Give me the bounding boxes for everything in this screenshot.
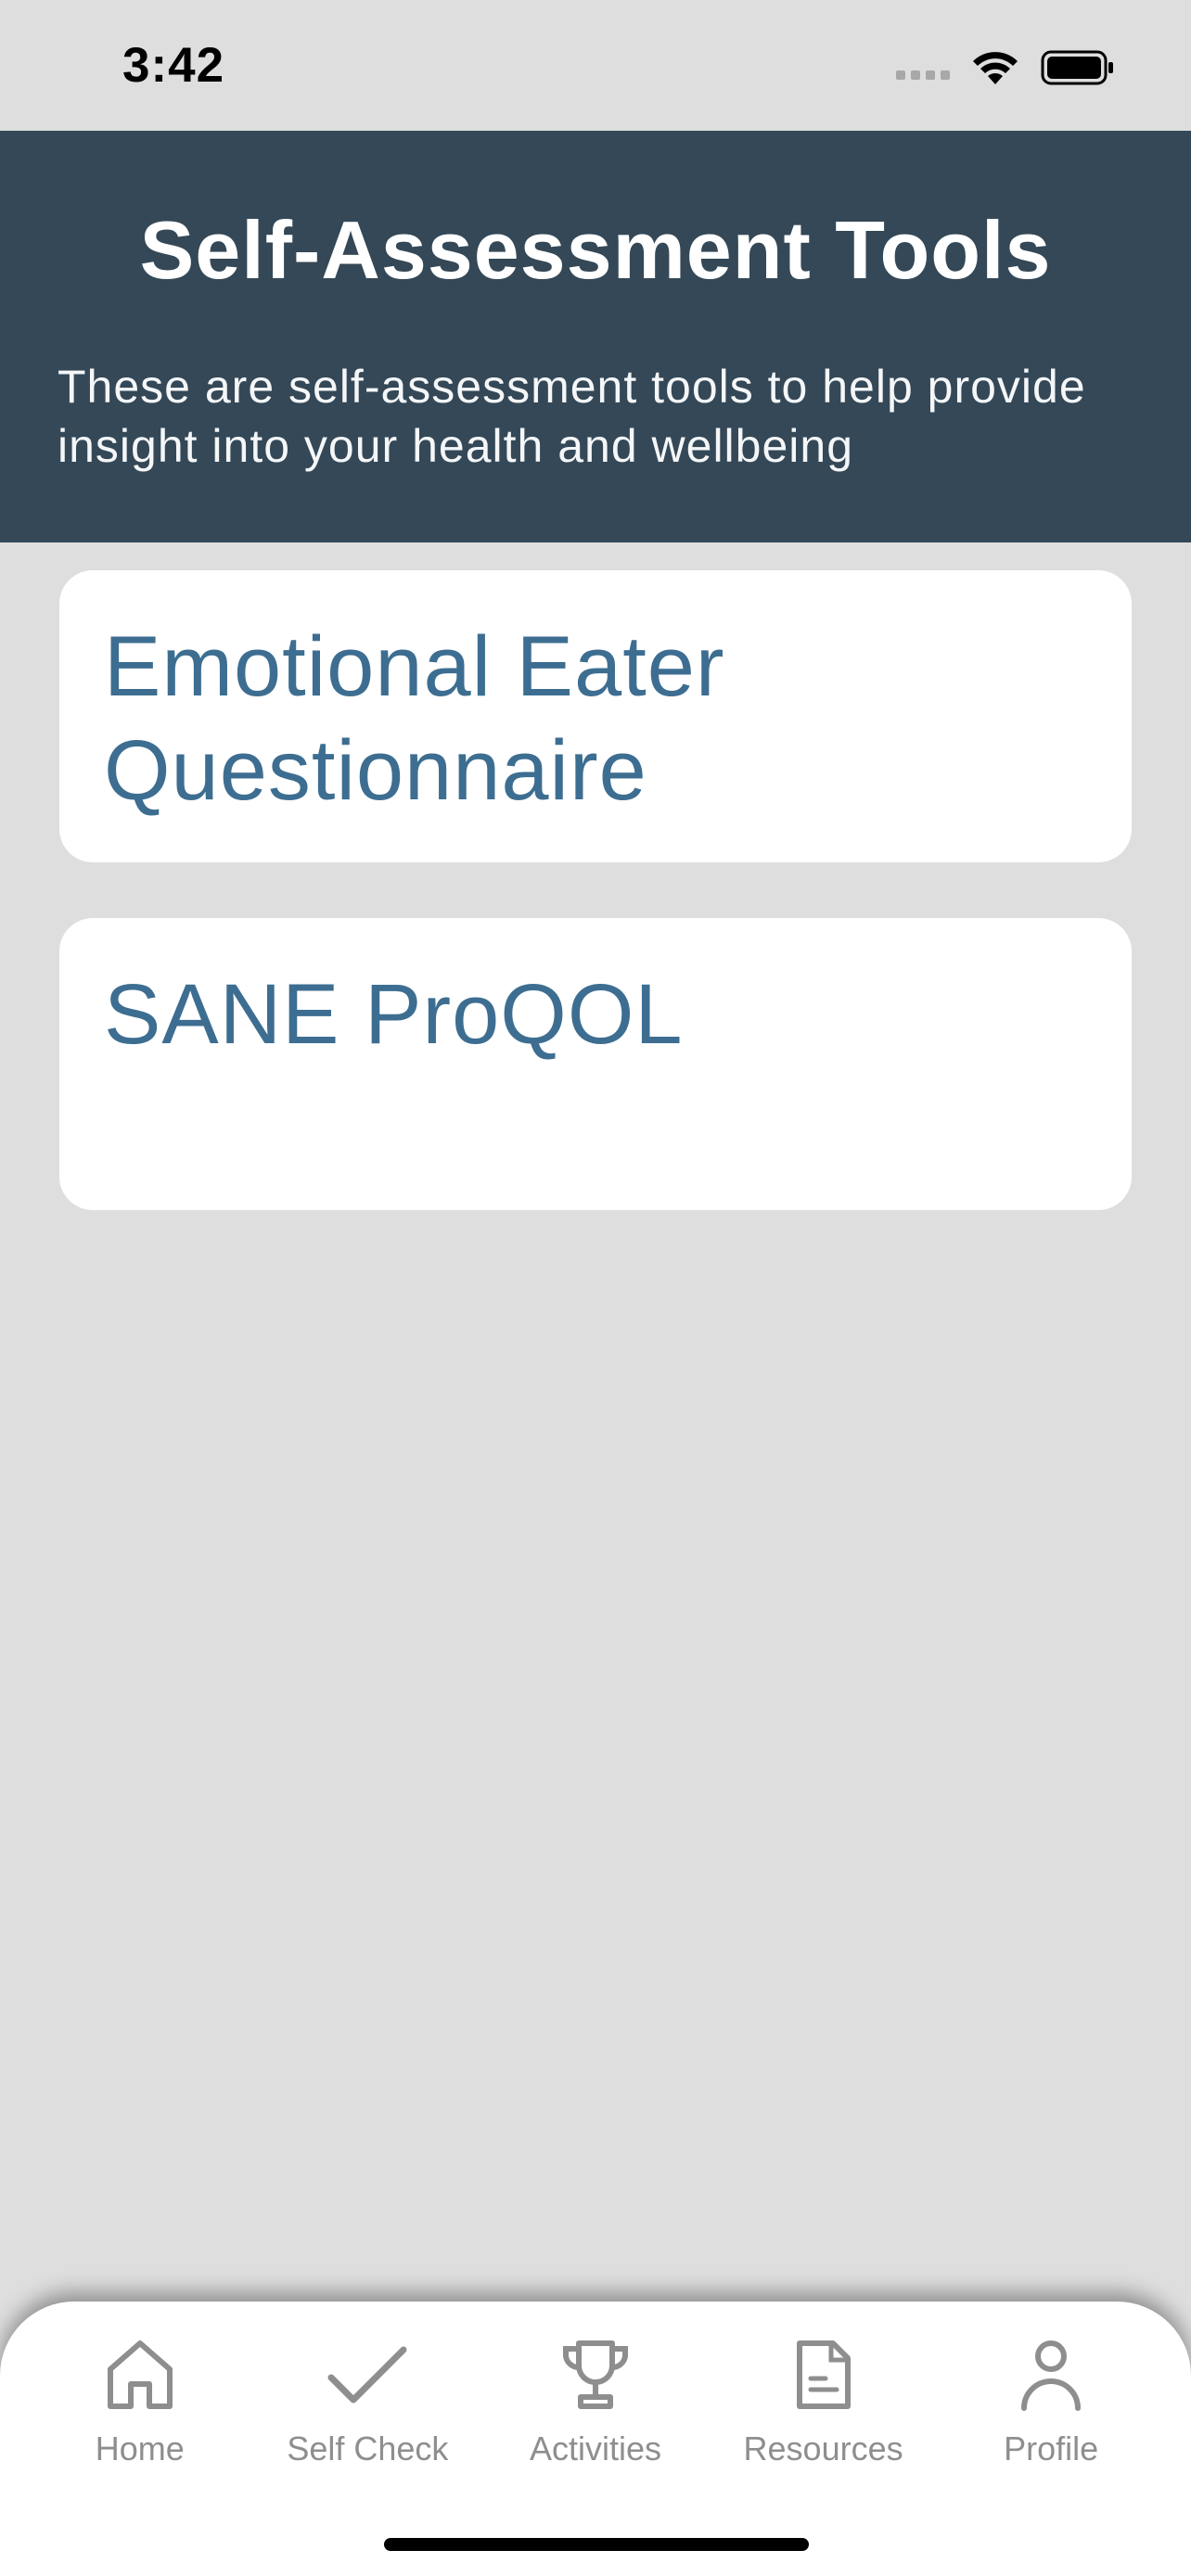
tab-label: Resources [743, 2429, 903, 2468]
trophy-icon [554, 2333, 637, 2417]
tab-label: Activities [529, 2429, 661, 2468]
tab-profile[interactable]: Profile [949, 2333, 1153, 2468]
home-icon [98, 2333, 182, 2417]
tab-bar: Home Self Check Activities Resources Pro… [0, 2302, 1191, 2576]
tool-card-title: Emotional Eater Questionnaire [104, 619, 725, 818]
checkmark-icon [326, 2333, 409, 2417]
status-time: 3:42 [122, 38, 225, 93]
cellular-signal-icon [896, 70, 950, 80]
wifi-icon [973, 52, 1018, 84]
page-subtitle: These are self-assessment tools to help … [58, 361, 1086, 472]
document-icon [782, 2333, 865, 2417]
tab-list: Home Self Check Activities Resources Pro… [0, 2333, 1191, 2468]
tool-list: Emotional Eater Questionnaire SANE ProQO… [59, 570, 1132, 1266]
tab-resources[interactable]: Resources [722, 2333, 926, 2468]
tool-card-title: SANE ProQOL [104, 967, 684, 1062]
page-header: Self-Assessment Tools These are self-ass… [0, 131, 1191, 542]
battery-icon [1041, 50, 1113, 85]
status-icons [896, 45, 1115, 91]
tab-self-check[interactable]: Self Check [265, 2333, 469, 2468]
tab-label: Self Check [287, 2429, 449, 2468]
tab-activities[interactable]: Activities [493, 2333, 698, 2468]
tool-card-sane-proqol[interactable]: SANE ProQOL [59, 918, 1132, 1210]
tab-label: Home [95, 2429, 185, 2468]
tab-label: Profile [1004, 2429, 1099, 2468]
home-indicator[interactable] [384, 2538, 809, 2551]
page-title: Self-Assessment Tools [139, 204, 1052, 296]
tool-card-emotional-eater[interactable]: Emotional Eater Questionnaire [59, 570, 1132, 862]
person-icon [1009, 2333, 1093, 2417]
screen: 3:42 Self-Assessment Tools These are sel… [0, 0, 1191, 2576]
status-bar: 3:42 [0, 0, 1191, 131]
tab-home[interactable]: Home [38, 2333, 242, 2468]
